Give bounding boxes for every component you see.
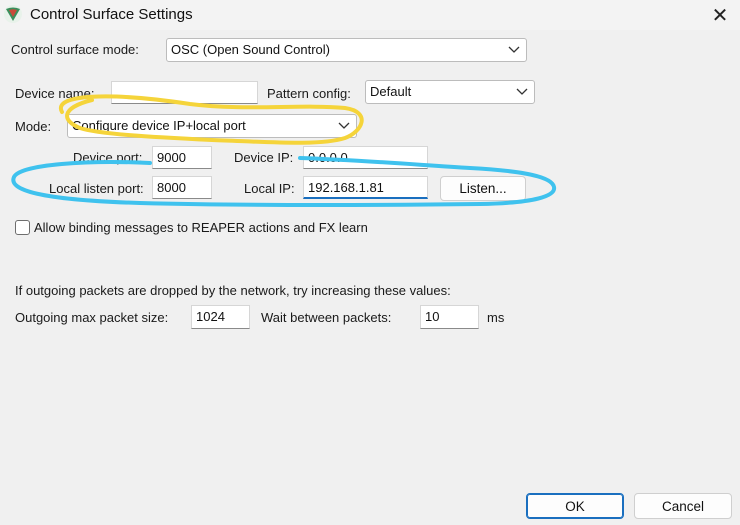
max-packet-size-label: Outgoing max packet size: — [15, 310, 169, 325]
allow-binding-label: Allow binding messages to REAPER actions… — [34, 220, 368, 235]
local-ip-input[interactable]: 192.168.1.81 — [303, 176, 428, 199]
device-port-label: Device port: — [73, 150, 143, 165]
device-name-label: Device name: — [15, 86, 95, 101]
close-icon[interactable]: ✕ — [700, 0, 740, 30]
cancel-button[interactable]: Cancel — [634, 493, 732, 519]
pattern-config-select[interactable]: Default — [365, 80, 535, 104]
chevron-down-icon — [508, 46, 520, 53]
max-packet-size-input[interactable]: 1024 — [191, 305, 250, 329]
pattern-config-label: Pattern config: — [267, 86, 351, 101]
mode-label: Mode: — [15, 119, 52, 134]
chevron-down-icon — [516, 88, 528, 95]
device-name-input[interactable] — [111, 81, 258, 104]
wait-between-packets-label: Wait between packets: — [261, 310, 392, 325]
local-listen-port-label: Local listen port: — [49, 181, 144, 196]
reaper-logo-icon — [3, 4, 23, 24]
listen-button[interactable]: Listen... — [440, 176, 526, 201]
device-port-input[interactable]: 9000 — [152, 146, 212, 169]
wait-unit-label: ms — [487, 310, 505, 325]
local-ip-label: Local IP: — [244, 181, 295, 196]
device-ip-input[interactable]: 0.0.0.0 — [303, 146, 428, 169]
surface-mode-label: Control surface mode: — [11, 42, 139, 57]
window-title: Control Surface Settings — [30, 6, 193, 23]
packets-note: If outgoing packets are dropped by the n… — [15, 283, 451, 298]
chevron-down-icon — [338, 122, 350, 129]
annotation-overlay — [11, 94, 557, 207]
mode-value: Configure device IP+local port — [72, 118, 246, 133]
surface-mode-select[interactable]: OSC (Open Sound Control) — [166, 38, 527, 62]
mode-select[interactable]: Configure device IP+local port — [67, 114, 357, 138]
surface-mode-value: OSC (Open Sound Control) — [171, 42, 330, 57]
device-ip-label: Device IP: — [234, 150, 294, 165]
pattern-config-value: Default — [370, 84, 412, 99]
local-listen-port-input[interactable]: 8000 — [152, 176, 212, 199]
allow-binding-checkbox[interactable] — [15, 220, 30, 235]
wait-between-packets-input[interactable]: 10 — [420, 305, 479, 329]
ok-button[interactable]: OK — [526, 493, 624, 519]
